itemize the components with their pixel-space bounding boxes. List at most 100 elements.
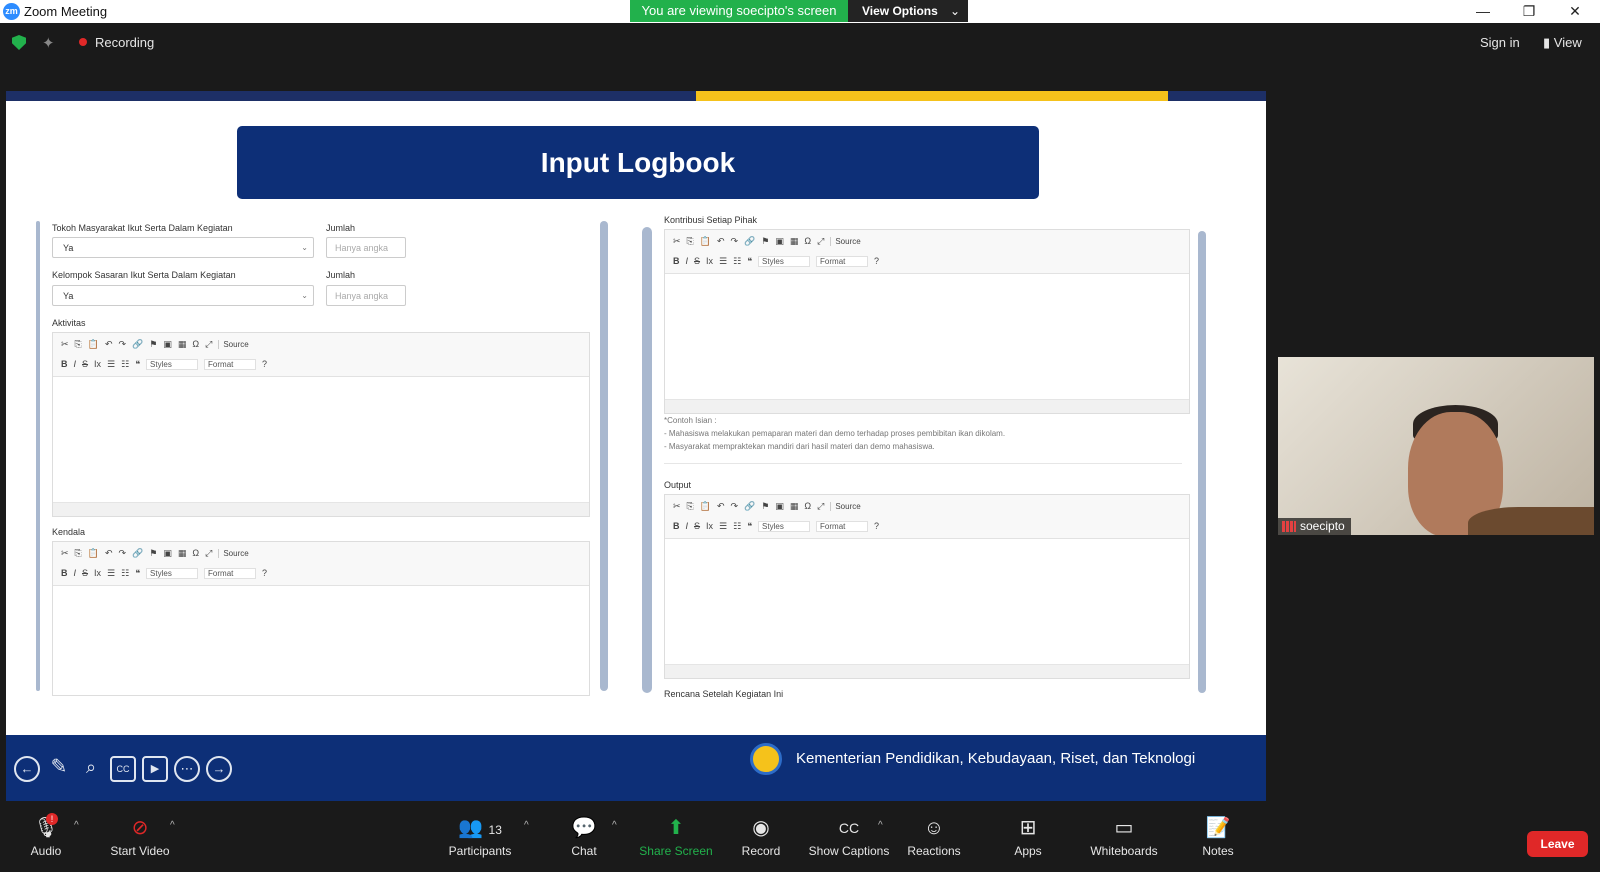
flag-icon[interactable]: ⚑ (149, 548, 157, 559)
quote-icon[interactable]: ❝ (135, 568, 140, 579)
output-editor[interactable]: ✂ ⎘ 📋 ↶ ↷ 🔗 ⚑ ▣ ▦ Ω ⤢ Source B I S Ix ☰ ☷ ❝ Styles Format? (664, 494, 1190, 679)
reactions-button[interactable]: ☺ Reactions (904, 808, 964, 872)
video-options-chevron-icon[interactable]: ^ (170, 820, 175, 831)
strike-button[interactable]: S (694, 256, 700, 266)
source-button[interactable]: Source (218, 549, 249, 558)
whiteboards-button[interactable]: ▭ Whiteboards (1088, 808, 1160, 872)
pen-icon[interactable]: ✎ (46, 756, 72, 782)
redo-icon[interactable]: ↷ (119, 339, 127, 350)
maximize-icon[interactable]: ⤢ (817, 236, 824, 247)
camera-icon[interactable]: ▶ (142, 756, 168, 782)
italic-button[interactable]: I (686, 256, 689, 266)
bullet-list-icon[interactable]: ☷ (121, 568, 129, 579)
leave-button[interactable]: Leave (1527, 831, 1588, 857)
copy-icon[interactable]: ⎘ (687, 236, 694, 247)
more-icon[interactable]: ⋯ (174, 756, 200, 782)
start-video-button[interactable]: ⊘ Start Video (104, 808, 176, 872)
clear-format-icon[interactable]: Ix (94, 359, 101, 369)
strike-button[interactable]: S (82, 359, 88, 369)
undo-icon[interactable]: ↶ (105, 548, 113, 559)
share-screen-button[interactable]: ⬆ Share Screen (638, 808, 714, 872)
maximize-icon[interactable]: ⤢ (205, 339, 212, 350)
participant-video[interactable]: soecipto (1278, 357, 1594, 535)
record-button[interactable]: ◉ Record (738, 808, 784, 872)
maximize-icon[interactable]: ⤢ (817, 501, 824, 512)
styles-dropdown[interactable]: Styles (146, 359, 199, 370)
chat-options-chevron-icon[interactable]: ^ (612, 820, 617, 831)
source-button[interactable]: Source (830, 502, 861, 511)
paste-icon[interactable]: 📋 (88, 339, 99, 350)
format-dropdown[interactable]: Format (204, 568, 257, 579)
zoom-icon[interactable]: ⌕ (78, 756, 104, 782)
aktivitas-editor[interactable]: ✂ ⎘ 📋 ↶ ↷ 🔗 ⚑ ▣ ▦ Ω ⤢ Source B I S Ix ☰ ☷ ❝ Styles Format? (52, 332, 590, 517)
format-dropdown[interactable]: Format (816, 256, 869, 267)
maximize-icon[interactable]: ⤢ (205, 548, 212, 559)
sparkle-icon[interactable]: ✦ (42, 34, 55, 52)
redo-icon[interactable]: ↷ (119, 548, 127, 559)
image-icon[interactable]: ▣ (163, 339, 172, 350)
participants-button[interactable]: 👥 13 Participants (442, 808, 518, 872)
table-icon[interactable]: ▦ (790, 236, 799, 247)
flag-icon[interactable]: ⚑ (149, 339, 157, 350)
quote-icon[interactable]: ❝ (747, 521, 752, 532)
format-dropdown[interactable]: Format (204, 359, 257, 370)
cut-icon[interactable]: ✂ (61, 548, 69, 559)
help-button[interactable]: ? (262, 568, 267, 578)
omega-icon[interactable]: Ω (804, 236, 811, 246)
clear-format-icon[interactable]: Ix (706, 521, 713, 531)
image-icon[interactable]: ▣ (775, 501, 784, 512)
bold-button[interactable]: B (673, 256, 680, 266)
table-icon[interactable]: ▦ (178, 339, 187, 350)
help-button[interactable]: ? (874, 521, 879, 531)
copy-icon[interactable]: ⎘ (687, 501, 694, 512)
cut-icon[interactable]: ✂ (673, 236, 681, 247)
link-icon[interactable]: 🔗 (132, 548, 143, 559)
bold-button[interactable]: B (673, 521, 680, 531)
slide-prev-icon[interactable]: ← (14, 756, 40, 782)
kontribusi-editor[interactable]: ✂ ⎘ 📋 ↶ ↷ 🔗 ⚑ ▣ ▦ Ω ⤢ Source B I S Ix ☰ ☷ ❝ Styles Format? (664, 229, 1190, 414)
bullet-list-icon[interactable]: ☷ (121, 359, 129, 370)
restore-button[interactable]: ❐ (1506, 0, 1552, 22)
omega-icon[interactable]: Ω (804, 501, 811, 511)
image-icon[interactable]: ▣ (775, 236, 784, 247)
close-button[interactable]: ✕ (1552, 0, 1598, 22)
copy-icon[interactable]: ⎘ (75, 339, 82, 350)
quote-icon[interactable]: ❝ (135, 359, 140, 370)
clear-format-icon[interactable]: Ix (706, 256, 713, 266)
undo-icon[interactable]: ↶ (717, 501, 725, 512)
numbered-list-icon[interactable]: ☰ (719, 521, 727, 532)
view-options-button[interactable]: View Options ⌄ (848, 0, 968, 22)
cut-icon[interactable]: ✂ (61, 339, 69, 350)
flag-icon[interactable]: ⚑ (761, 501, 769, 512)
numbered-list-icon[interactable]: ☰ (107, 568, 115, 579)
bullet-list-icon[interactable]: ☷ (733, 521, 741, 532)
copy-icon[interactable]: ⎘ (75, 548, 82, 559)
bold-button[interactable]: B (61, 359, 68, 369)
redo-icon[interactable]: ↷ (731, 236, 739, 247)
cut-icon[interactable]: ✂ (673, 501, 681, 512)
link-icon[interactable]: 🔗 (744, 501, 755, 512)
view-button[interactable]: ▮ View (1543, 35, 1582, 51)
jumlah-input-1[interactable]: Hanya angka (326, 237, 406, 258)
strike-button[interactable]: S (82, 568, 88, 578)
link-icon[interactable]: 🔗 (744, 236, 755, 247)
styles-dropdown[interactable]: Styles (758, 256, 811, 267)
jumlah-input-2[interactable]: Hanya angka (326, 285, 406, 306)
undo-icon[interactable]: ↶ (717, 236, 725, 247)
numbered-list-icon[interactable]: ☰ (107, 359, 115, 370)
captions-options-chevron-icon[interactable]: ^ (878, 820, 883, 831)
clear-format-icon[interactable]: Ix (94, 568, 101, 578)
styles-dropdown[interactable]: Styles (146, 568, 199, 579)
paste-icon[interactable]: 📋 (88, 548, 99, 559)
numbered-list-icon[interactable]: ☰ (719, 256, 727, 267)
italic-button[interactable]: I (74, 568, 77, 578)
help-button[interactable]: ? (262, 359, 267, 369)
italic-button[interactable]: I (686, 521, 689, 531)
table-icon[interactable]: ▦ (178, 548, 187, 559)
left-panel-scrollbar[interactable] (600, 221, 608, 691)
link-icon[interactable]: 🔗 (132, 339, 143, 350)
show-captions-button[interactable]: CC Show Captions (808, 808, 890, 872)
source-button[interactable]: Source (830, 237, 861, 246)
omega-icon[interactable]: Ω (192, 548, 199, 558)
format-dropdown[interactable]: Format (816, 521, 869, 532)
